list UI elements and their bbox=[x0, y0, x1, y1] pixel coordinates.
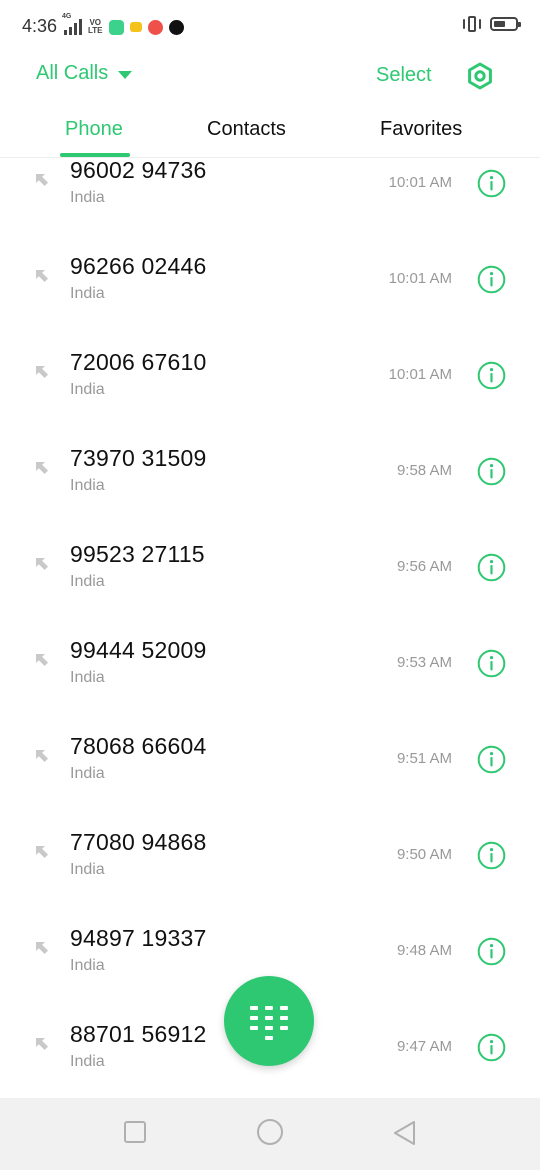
app-icon-green bbox=[108, 19, 124, 35]
call-time: 10:01 AM bbox=[388, 366, 452, 383]
call-log-row[interactable]: 94897 19337 India 9:48 AM bbox=[0, 888, 540, 984]
call-log-header: All Calls Select bbox=[0, 56, 540, 96]
caller-number: 96002 94736 bbox=[70, 158, 207, 183]
dialpad-icon bbox=[250, 1006, 288, 1040]
tab-contacts[interactable]: Contacts bbox=[207, 118, 286, 141]
active-tab-indicator bbox=[60, 153, 130, 157]
caller-region: India bbox=[70, 669, 105, 686]
tab-bar: Phone Contacts Favorites bbox=[0, 108, 540, 158]
dialpad-button[interactable] bbox=[224, 976, 314, 1066]
call-time: 9:48 AM bbox=[396, 942, 452, 959]
status-icons: 4G VO LTE bbox=[62, 13, 184, 38]
caller-region: India bbox=[70, 381, 105, 398]
caller-region: India bbox=[70, 477, 105, 494]
caller-region: India bbox=[70, 765, 105, 782]
caller-number: 77080 94868 bbox=[70, 829, 207, 855]
incoming-call-arrow-icon bbox=[32, 362, 52, 382]
settings-icon[interactable] bbox=[464, 60, 496, 92]
call-time: 9:51 AM bbox=[396, 750, 452, 767]
call-log-row[interactable]: 99444 52009 India 9:53 AM bbox=[0, 600, 540, 696]
info-icon[interactable] bbox=[477, 265, 506, 294]
call-time: 10:01 AM bbox=[388, 174, 452, 191]
caller-number: 78068 66604 bbox=[70, 733, 207, 759]
incoming-call-arrow-icon bbox=[32, 1034, 52, 1054]
incoming-call-arrow-icon bbox=[32, 746, 52, 766]
call-log-list[interactable]: 96002 94736 India 10:01 AM 96266 02446 India… bbox=[0, 158, 540, 1098]
call-time: 9:58 AM bbox=[396, 462, 452, 479]
info-icon[interactable] bbox=[477, 169, 506, 198]
system-nav-bar bbox=[0, 1098, 540, 1170]
caller-region: India bbox=[70, 189, 105, 206]
chevron-down-icon bbox=[118, 70, 133, 79]
call-log-row[interactable]: 72006 67610 India 10:01 AM bbox=[0, 312, 540, 408]
status-right bbox=[462, 16, 521, 32]
back-icon[interactable] bbox=[392, 1120, 418, 1151]
call-time: 9:56 AM bbox=[396, 558, 452, 575]
incoming-call-arrow-icon bbox=[32, 266, 52, 286]
caller-number: 94897 19337 bbox=[70, 925, 207, 951]
home-icon[interactable] bbox=[256, 1118, 284, 1151]
info-icon[interactable] bbox=[477, 649, 506, 678]
caller-region: India bbox=[70, 861, 105, 878]
info-icon[interactable] bbox=[477, 457, 506, 486]
select-button[interactable]: Select bbox=[376, 64, 432, 87]
caller-number: 73970 31509 bbox=[70, 445, 207, 471]
incoming-call-arrow-icon bbox=[32, 458, 52, 478]
call-log-row[interactable]: 96266 02446 India 10:01 AM bbox=[0, 216, 540, 312]
incoming-call-arrow-icon bbox=[32, 170, 52, 190]
filter-label: All Calls bbox=[36, 62, 109, 84]
status-bar: 4:36 4G VO LTE bbox=[0, 0, 540, 54]
signal-icon: 4G bbox=[62, 13, 82, 35]
info-icon[interactable] bbox=[477, 1033, 506, 1062]
caller-region: India bbox=[70, 573, 105, 590]
recents-icon[interactable] bbox=[123, 1120, 147, 1149]
app-icon-red bbox=[147, 19, 163, 35]
incoming-call-arrow-icon bbox=[32, 842, 52, 862]
info-icon[interactable] bbox=[477, 937, 506, 966]
call-time: 10:01 AM bbox=[388, 270, 452, 287]
call-log-row[interactable]: 73970 31509 India 9:58 AM bbox=[0, 408, 540, 504]
caller-number: 72006 67610 bbox=[70, 349, 207, 375]
info-icon[interactable] bbox=[477, 745, 506, 774]
status-time: 4:36 bbox=[22, 16, 58, 36]
caller-number: 88701 56912 bbox=[70, 1021, 207, 1047]
caller-number: 99523 27115 bbox=[70, 541, 205, 567]
info-icon[interactable] bbox=[477, 841, 506, 870]
caller-number: 99444 52009 bbox=[70, 637, 207, 663]
vibrate-icon bbox=[462, 16, 482, 32]
volte-icon: VO LTE bbox=[88, 18, 103, 35]
incoming-call-arrow-icon bbox=[32, 650, 52, 670]
call-time: 9:47 AM bbox=[396, 1038, 452, 1055]
all-calls-filter-dropdown[interactable]: All Calls bbox=[36, 62, 133, 85]
caller-region: India bbox=[70, 1053, 105, 1070]
battery-icon bbox=[490, 17, 521, 31]
tab-favorites[interactable]: Favorites bbox=[380, 118, 462, 141]
call-log-row[interactable]: 78068 66604 India 9:51 AM bbox=[0, 696, 540, 792]
caller-region: India bbox=[70, 285, 105, 302]
call-log-row[interactable]: 96002 94736 India 10:01 AM bbox=[0, 158, 540, 216]
call-time: 9:50 AM bbox=[396, 846, 452, 863]
info-icon[interactable] bbox=[477, 553, 506, 582]
caller-region: India bbox=[70, 957, 105, 974]
call-log-row[interactable]: 99523 27115 India 9:56 AM bbox=[0, 504, 540, 600]
call-log-row[interactable]: 77080 94868 India 9:50 AM bbox=[0, 792, 540, 888]
incoming-call-arrow-icon bbox=[32, 554, 52, 574]
call-time: 9:53 AM bbox=[396, 654, 452, 671]
incoming-call-arrow-icon bbox=[32, 938, 52, 958]
app-icon-yellow bbox=[129, 22, 142, 32]
info-icon[interactable] bbox=[477, 361, 506, 390]
caller-number: 96266 02446 bbox=[70, 253, 207, 279]
app-icon-black bbox=[168, 19, 184, 35]
tab-phone[interactable]: Phone bbox=[65, 118, 123, 141]
